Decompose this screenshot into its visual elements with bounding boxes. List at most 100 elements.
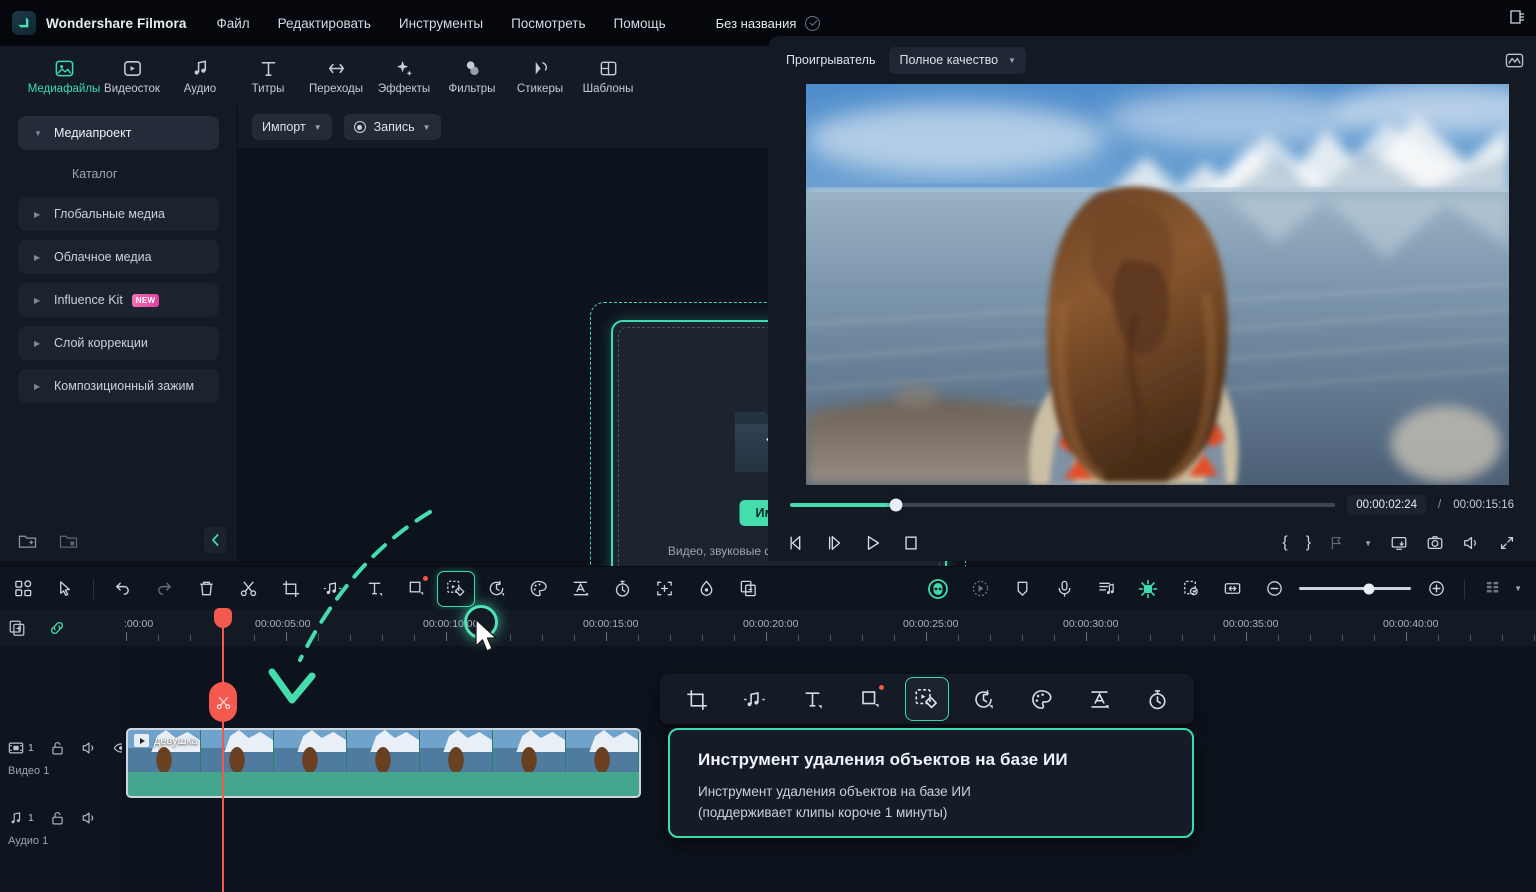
tab-video-stock[interactable]: Видеосток xyxy=(98,57,166,95)
menu-item-file[interactable]: Файл xyxy=(216,16,249,31)
menu-item-help[interactable]: Помощь xyxy=(614,16,666,31)
menu-item-edit[interactable]: Редактировать xyxy=(278,16,371,31)
link-icon[interactable] xyxy=(48,619,66,637)
menu-item-tools[interactable]: Инструменты xyxy=(399,16,483,31)
shape-button[interactable] xyxy=(395,569,437,609)
shape-button[interactable] xyxy=(847,678,893,720)
screen-record-button[interactable] xyxy=(1169,569,1211,609)
tab-transitions[interactable]: Переходы xyxy=(302,57,370,95)
voiceover-button[interactable] xyxy=(1043,569,1085,609)
next-frame-button[interactable] xyxy=(826,534,844,552)
seek-handle[interactable] xyxy=(889,498,903,512)
undo-button[interactable] xyxy=(101,569,143,609)
tab-media[interactable]: Медиафайлы xyxy=(28,57,100,95)
color-button[interactable] xyxy=(1018,678,1064,720)
sidebar-item-adjustment-layer[interactable]: ▶ Слой коррекции xyxy=(18,326,219,360)
speaker-icon[interactable] xyxy=(81,810,97,826)
audio-detach-button[interactable] xyxy=(732,678,778,720)
add-track-icon[interactable] xyxy=(8,619,26,637)
copy-style-button[interactable] xyxy=(727,569,769,609)
text-button[interactable] xyxy=(789,678,835,720)
text-frame-button[interactable] xyxy=(559,569,601,609)
playhead[interactable] xyxy=(209,608,237,892)
unlock-icon[interactable] xyxy=(50,741,65,756)
split-button[interactable] xyxy=(227,569,269,609)
sidebar-item-global-media[interactable]: ▶ Глобальные медиа xyxy=(18,197,219,231)
motion-tracking-button[interactable] xyxy=(959,569,1001,609)
crop-button[interactable] xyxy=(674,678,720,720)
monitor-render-icon[interactable] xyxy=(1390,534,1408,552)
ruler-tick-minor xyxy=(1054,634,1055,641)
fit-timeline-button[interactable] xyxy=(1211,569,1253,609)
delete-button[interactable] xyxy=(185,569,227,609)
chevron-down-icon[interactable]: ▼ xyxy=(1514,584,1522,593)
tab-audio[interactable]: Аудио xyxy=(166,57,234,95)
sidebar-item-compound-clip[interactable]: ▶ Композиционный зажим xyxy=(18,369,219,403)
play-button[interactable] xyxy=(864,534,882,552)
ai-avatar-button[interactable] xyxy=(917,569,959,609)
speed-button[interactable] xyxy=(961,678,1007,720)
layout-grid-button[interactable] xyxy=(2,569,44,609)
sidebar-item-media-project[interactable]: ▼ Медиапроект xyxy=(18,116,219,150)
brace-right-icon[interactable]: } xyxy=(1306,534,1311,552)
zoom-slider-handle[interactable] xyxy=(1363,583,1375,594)
color-button[interactable] xyxy=(517,569,559,609)
redo-button[interactable] xyxy=(143,569,185,609)
export-marker-icon[interactable] xyxy=(1329,535,1346,552)
crop-button[interactable] xyxy=(269,569,311,609)
tab-effects[interactable]: Эффекты xyxy=(370,57,438,95)
zoom-out-button[interactable] xyxy=(1253,569,1295,609)
ruler-tick-minor xyxy=(1182,634,1183,641)
brace-left-icon[interactable]: { xyxy=(1282,534,1287,552)
stop-button[interactable] xyxy=(902,534,920,552)
prev-frame-button[interactable] xyxy=(788,534,806,552)
record-dropdown-button[interactable]: Запись ▼ xyxy=(343,114,441,140)
ai-object-remover-button[interactable] xyxy=(437,570,475,607)
fullscreen-icon[interactable] xyxy=(1498,534,1516,552)
text-frame-button[interactable] xyxy=(1076,678,1122,720)
chevron-down-icon[interactable]: ▼ xyxy=(1364,539,1372,548)
tab-templates[interactable]: Шаблоны xyxy=(574,57,642,95)
quality-dropdown[interactable]: Полное качество ▼ xyxy=(889,46,1026,74)
duration-button[interactable] xyxy=(1134,678,1180,720)
audio-detach-button[interactable] xyxy=(311,569,353,609)
track-manager-button[interactable] xyxy=(1472,569,1514,609)
zoom-in-button[interactable] xyxy=(1415,569,1457,609)
ruler-time-label: 00:00:15:00 xyxy=(583,618,639,630)
timeline-zoom-slider[interactable] xyxy=(1299,583,1412,594)
speaker-icon[interactable] xyxy=(1462,534,1480,552)
sidebar-item-cloud-media[interactable]: ▶ Облачное медиа xyxy=(18,240,219,274)
video-preview-stage[interactable] xyxy=(806,84,1509,485)
export-icon[interactable] xyxy=(1508,8,1526,26)
select-tool-button[interactable] xyxy=(44,569,86,609)
sidebar-item-catalog[interactable]: Каталог xyxy=(18,159,219,189)
menu-item-view[interactable]: Посмотреть xyxy=(511,16,585,31)
seek-slider[interactable] xyxy=(790,498,1336,512)
speaker-icon[interactable] xyxy=(81,740,97,756)
camera-icon[interactable] xyxy=(1426,534,1444,552)
playhead-split-button[interactable] xyxy=(209,682,237,722)
unlock-icon[interactable] xyxy=(50,811,65,826)
mask-button[interactable] xyxy=(685,569,727,609)
tab-stickers[interactable]: Стикеры xyxy=(506,57,574,95)
current-time-field[interactable]: 00:00:02:24 xyxy=(1347,495,1427,515)
beat-detect-button[interactable] xyxy=(1085,569,1127,609)
sidebar-item-influence-kit[interactable]: ▶ Influence Kit NEW xyxy=(18,283,219,317)
marker-button[interactable] xyxy=(1001,569,1043,609)
new-folder-icon[interactable] xyxy=(18,532,37,549)
waveform-icon[interactable] xyxy=(1505,51,1524,70)
folder-settings-icon[interactable] xyxy=(59,532,78,549)
speed-button[interactable] xyxy=(475,569,517,609)
playhead-handle[interactable] xyxy=(214,608,232,628)
tab-titles[interactable]: Титры xyxy=(234,57,302,95)
timeline-clip-video[interactable]: девушка xyxy=(126,728,641,798)
keyframe-button[interactable] xyxy=(1127,569,1169,609)
import-dropdown-button[interactable]: Импорт ▼ xyxy=(252,114,332,140)
duration-button[interactable] xyxy=(601,569,643,609)
tab-filters[interactable]: Фильтры xyxy=(438,57,506,95)
ai-object-remover-button[interactable] xyxy=(904,677,949,721)
sidebar-item-label: Композиционный зажим xyxy=(54,379,195,393)
auto-reframe-button[interactable] xyxy=(643,569,685,609)
text-button[interactable] xyxy=(353,569,395,609)
collapse-sidebar-button[interactable] xyxy=(204,527,226,553)
